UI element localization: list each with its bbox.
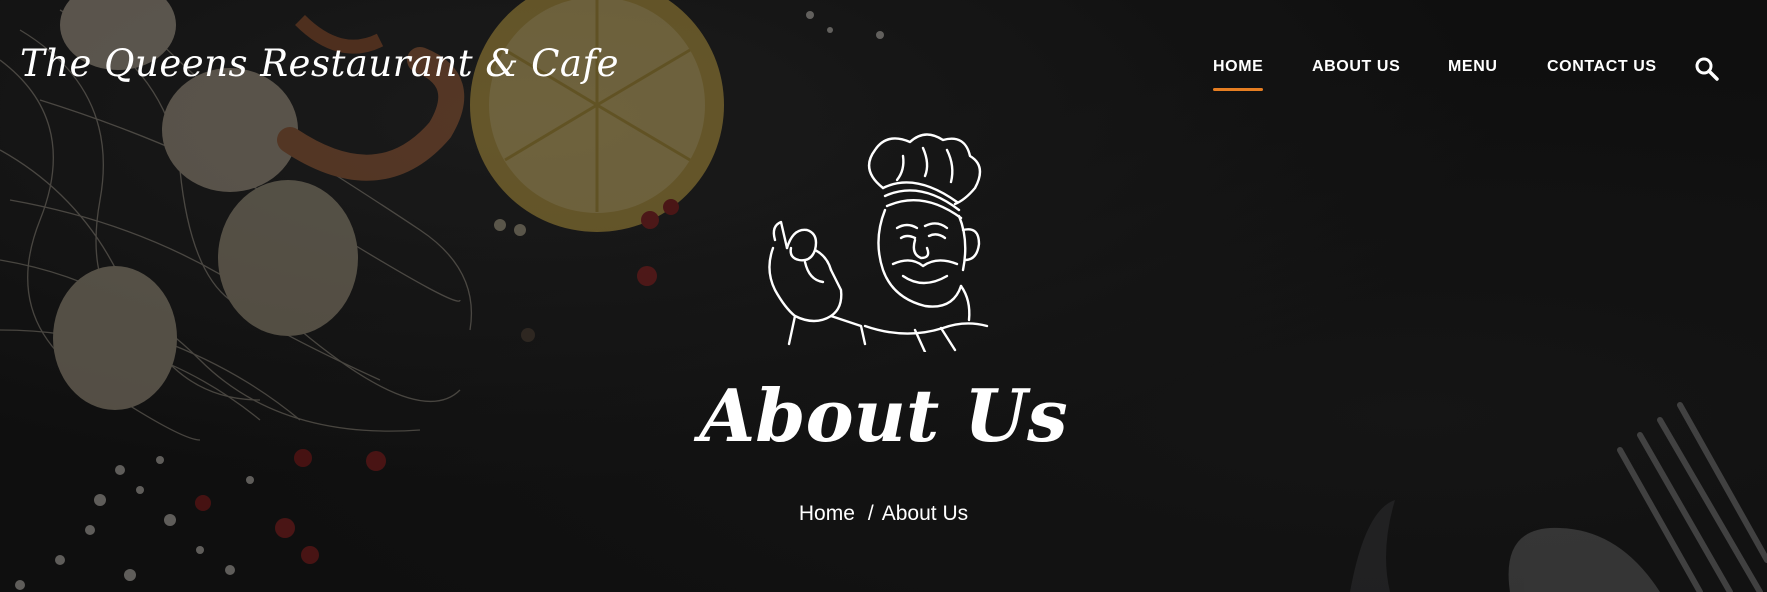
main-navigation: HOME ABOUT US MENU CONTACT US bbox=[0, 58, 1767, 91]
nav-item-contact-us[interactable]: CONTACT US bbox=[1547, 58, 1657, 76]
nav-item-menu[interactable]: MENU bbox=[1448, 58, 1498, 76]
breadcrumb-separator: / bbox=[867, 502, 874, 525]
chef-icon bbox=[768, 133, 989, 352]
nav-item-about-us[interactable]: ABOUT US bbox=[1312, 58, 1400, 76]
breadcrumb-current: About Us bbox=[881, 502, 969, 525]
hero-banner: The Queens Restaurant & Cafe HOME ABOUT … bbox=[0, 0, 1767, 592]
search-icon[interactable] bbox=[1694, 56, 1720, 82]
breadcrumb: Home / About Us bbox=[0, 502, 1767, 526]
page-title: About Us bbox=[699, 373, 1068, 458]
nav-item-home[interactable]: HOME bbox=[1213, 58, 1264, 91]
breadcrumb-home-link[interactable]: Home bbox=[799, 502, 855, 526]
